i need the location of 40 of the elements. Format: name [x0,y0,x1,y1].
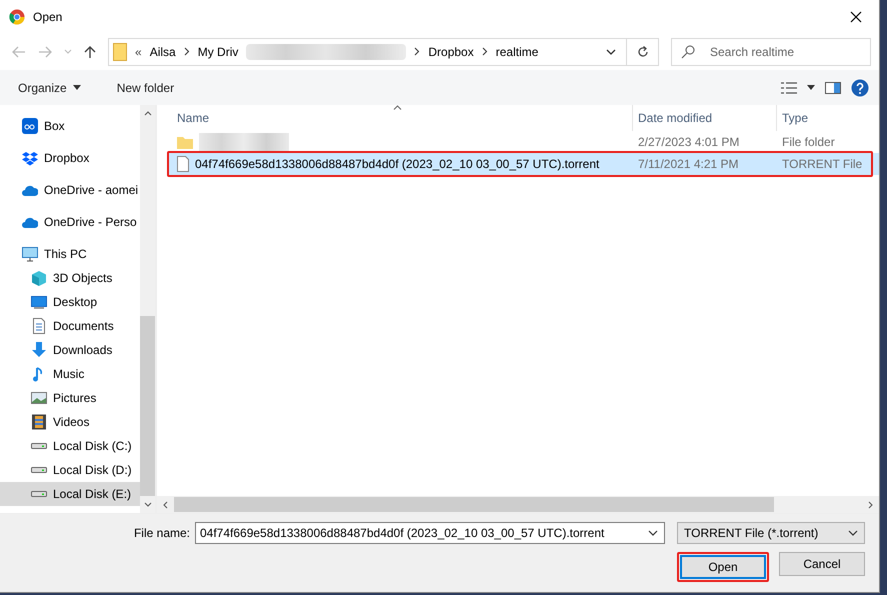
sidebar-item[interactable]: Local Disk (E:) [0,482,140,506]
type-cell-text: File folder [781,135,836,149]
sidebar-item[interactable]: Dropbox [0,146,140,170]
sidebar-item[interactable]: Pictures [0,386,140,410]
sidebar-item[interactable]: OneDrive - aomei [0,178,140,202]
sidebar-item[interactable]: Desktop [0,290,140,314]
path-overflow[interactable]: « [135,44,142,58]
breadcrumb[interactable]: Ailsa [150,44,176,58]
sidebar-item[interactable]: Music [0,362,140,386]
sidebar-item[interactable]: This PC [0,242,140,266]
column-header[interactable]: Type [777,105,879,131]
date-cell-text: 2/27/2023 4:01 PM [637,135,740,149]
sidebar-item[interactable]: Downloads [0,338,140,362]
breadcrumb[interactable]: My Driv [198,44,238,58]
column-header[interactable]: Date modified [633,105,777,131]
new-folder-button[interactable]: New folder [108,76,182,98]
search-field[interactable]: Search realtime [671,38,871,66]
field-label: File name: [134,526,190,540]
open-button[interactable]: Open [680,555,766,579]
sidebar-item[interactable]: Documents [0,314,140,338]
cancel-button[interactable]: Cancel [779,552,865,576]
window-title: Open [33,10,62,24]
organize-menu[interactable]: Organize [10,76,89,98]
sidebar-item[interactable]: Box [0,114,140,138]
sidebar-item[interactable]: OneDrive - Perso [0,210,140,234]
date-cell-text: 7/11/2021 4:21 PM [637,157,740,171]
breadcrumb[interactable]: realtime [496,44,538,58]
file-row[interactable]: 04f74f669e58d1338006d88487bd4d0f (2023_02_10 03_00_57 UTC).torrent 7/11/2021 4:21 PM TORRENT File [169,153,879,175]
type-cell-text: TORRENT File [781,157,864,171]
file-name: 04f74f669e58d1338006d88487bd4d0f (2023_02_10 03_00_57 UTC).torrent [195,157,600,171]
file-type-dropdown[interactable]: TORRENT File (*.torrent) [677,522,865,544]
column-header[interactable]: Name [157,105,633,131]
file-name-field[interactable]: 04f74f669e58d1338006d88487bd4d0f (2023_02_10 03_00_57 UTC).torrent [195,522,665,544]
sidebar-item[interactable]: 3D Objects [0,266,140,290]
breadcrumb[interactable]: Dropbox [428,44,474,58]
sidebar-item[interactable]: Local Disk (D:) [0,458,140,482]
address-bar[interactable]: « Ailsa My Driv Dropbox realtime [108,38,627,66]
sidebar-item[interactable]: Local Disk (C:) [0,434,140,458]
sidebar-item[interactable]: Videos [0,410,140,434]
file-row[interactable]: 2/27/2023 4:01 PM File folder [169,131,879,153]
